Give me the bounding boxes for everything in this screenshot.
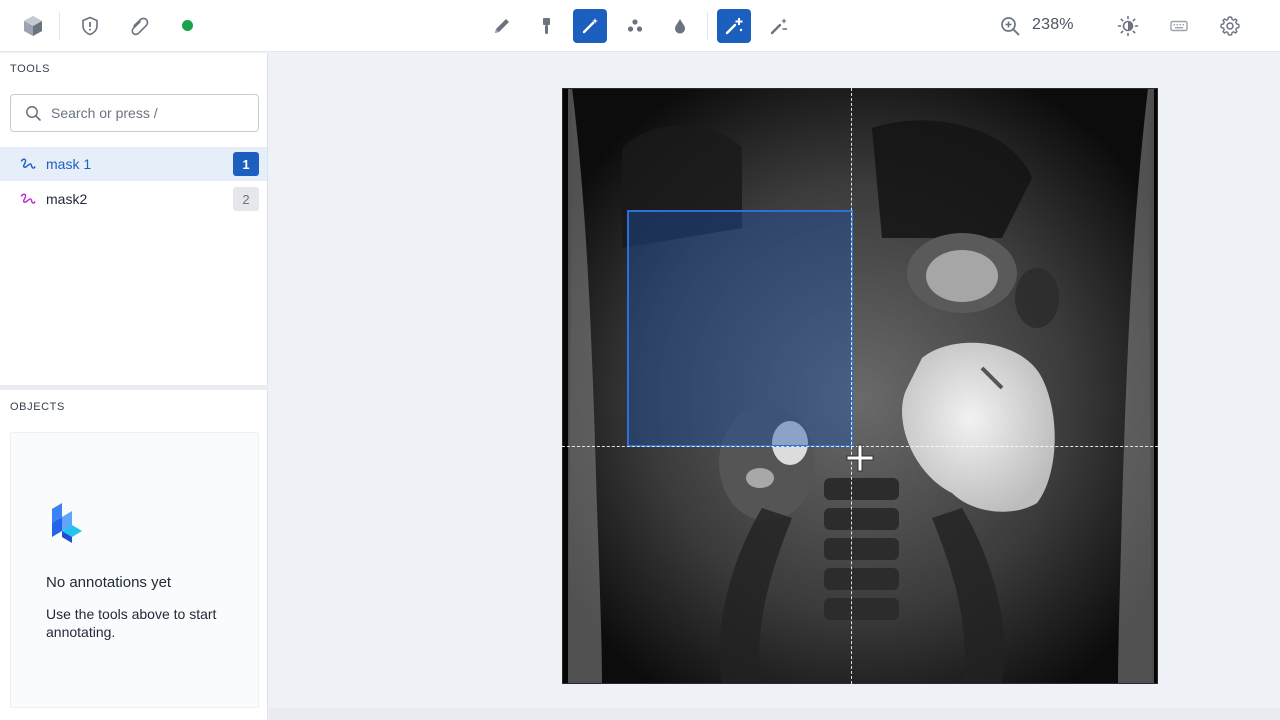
mask-tool-icon (20, 156, 36, 177)
bottom-strip (269, 708, 1280, 720)
tool-search[interactable] (10, 94, 259, 132)
selection-box[interactable] (627, 210, 853, 447)
status-dot (182, 20, 193, 31)
app-logo-icon (48, 501, 88, 550)
crosshair-vertical (851, 88, 852, 684)
tools-section-title: TOOLS (10, 63, 51, 75)
tool-item-label: mask2 (46, 191, 88, 207)
drop-icon[interactable] (663, 9, 697, 43)
keyboard-icon[interactable] (1162, 9, 1196, 43)
objects-section-title: OBJECTS (10, 401, 65, 413)
mask-tool-icon (20, 191, 36, 212)
objects-empty-state: No annotations yet Use the tools above t… (10, 432, 259, 708)
toolbar-divider (59, 12, 60, 40)
zoom-in-icon[interactable] (993, 9, 1027, 43)
shield-alert-icon[interactable] (73, 9, 107, 43)
tool-item-label: mask 1 (46, 156, 92, 172)
empty-state-description: Use the tools above to start annotating. (46, 606, 217, 640)
gear-icon[interactable] (1213, 9, 1247, 43)
empty-state-title: No annotations yet (46, 574, 172, 591)
magic-wand-plus-icon[interactable] (717, 9, 751, 43)
search-input[interactable] (51, 103, 251, 123)
nodes-icon[interactable] (618, 9, 652, 43)
brush-icon[interactable] (529, 9, 563, 43)
mri-scan-image[interactable] (562, 88, 1158, 684)
top-toolbar: 238% (0, 0, 1280, 52)
magic-wand-icon[interactable] (573, 9, 607, 43)
search-icon (25, 105, 42, 127)
shortcut-badge: 1 (233, 152, 259, 176)
paperclip-icon[interactable] (122, 9, 156, 43)
image-canvas[interactable] (269, 53, 1280, 720)
tool-item-mask2[interactable]: mask2 2 (0, 182, 267, 216)
sidebar: TOOLS mask 1 1 mask2 2 OBJECTS (0, 53, 268, 720)
logo-cube-icon[interactable] (16, 9, 50, 43)
zoom-level[interactable]: 238% (1032, 16, 1074, 34)
panel-divider[interactable] (0, 385, 268, 390)
shortcut-badge: 2 (233, 187, 259, 211)
pencil-icon[interactable] (485, 9, 519, 43)
toolbar-divider (707, 12, 708, 40)
brightness-icon[interactable] (1111, 9, 1145, 43)
magic-wand-eraser-icon[interactable] (762, 9, 796, 43)
tool-item-mask-1[interactable]: mask 1 1 (0, 147, 267, 181)
